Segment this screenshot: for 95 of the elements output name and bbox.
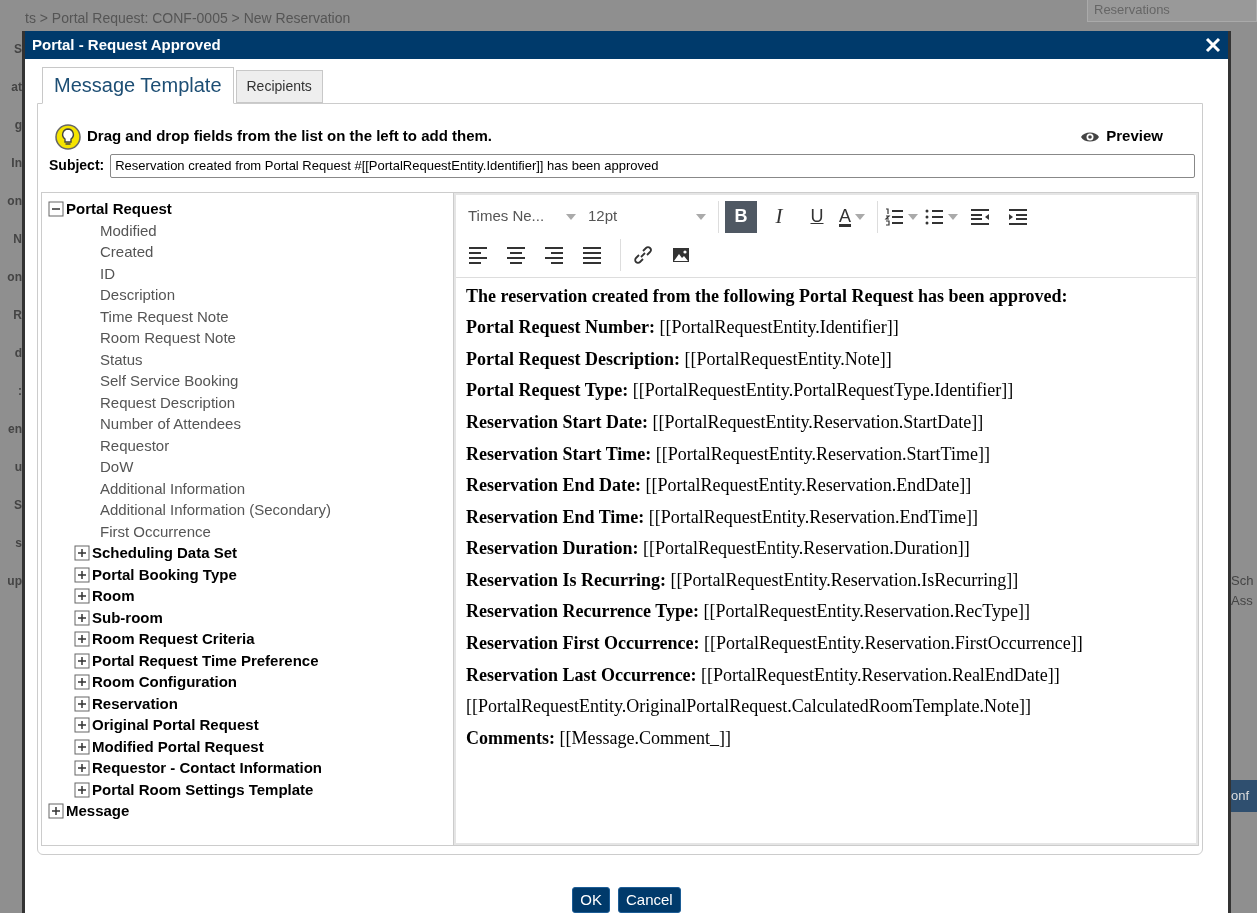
tree-field[interactable]: DoW bbox=[100, 456, 134, 479]
background-text: S bbox=[14, 497, 22, 513]
tree-group[interactable]: Portal Booking Type bbox=[92, 563, 237, 587]
expand-icon[interactable] bbox=[74, 545, 90, 562]
template-line: Reservation Recurrence Type: [[PortalRequestEntity.Reservation.RecType]] bbox=[466, 601, 1031, 624]
size-select[interactable]: 12pt bbox=[582, 200, 712, 233]
expand-icon[interactable] bbox=[74, 695, 90, 712]
dialog-title: Portal - Request Approved bbox=[32, 34, 221, 55]
background-text: on bbox=[7, 269, 22, 285]
tree-group[interactable]: Modified Portal Request bbox=[92, 735, 264, 759]
tree-field[interactable]: Modified bbox=[100, 219, 157, 243]
template-line: Reservation Duration: [[PortalRequestEntity.Reservation.Duration]] bbox=[466, 538, 971, 560]
expand-icon[interactable] bbox=[74, 738, 90, 755]
subject-label: Subject: bbox=[49, 156, 105, 176]
template-line: Comments: [[Message.Comment_]] bbox=[466, 727, 732, 750]
background-text: Sch bbox=[1231, 572, 1255, 590]
preview-button[interactable]: Preview bbox=[1074, 124, 1169, 149]
template-line: Reservation Last Occurrence: [[PortalRequestEntity.Reservation.RealEndDate]] bbox=[466, 664, 1061, 687]
numbered-list-icon[interactable] bbox=[884, 206, 904, 227]
expand-icon[interactable] bbox=[74, 717, 90, 734]
background-text: Ass bbox=[1231, 591, 1254, 610]
background-text: up bbox=[7, 573, 22, 589]
cancel-button[interactable]: Cancel bbox=[618, 886, 681, 913]
format-button[interactable]: I bbox=[763, 200, 795, 233]
background-text: onf bbox=[1231, 780, 1257, 812]
tree-group[interactable]: Reservation bbox=[92, 692, 178, 716]
template-line: Reservation Start Time: [[PortalRequestEntity.Reservation.StartTime]] bbox=[466, 443, 991, 466]
tree-field[interactable]: Additional Information (Secondary) bbox=[100, 499, 331, 522]
background-text: g bbox=[14, 117, 22, 133]
format-button[interactable]: B bbox=[725, 200, 757, 233]
background-text: on bbox=[7, 193, 22, 209]
template-line: Portal Request Number: [[PortalRequestEntity.Identifier]] bbox=[466, 317, 900, 339]
tree-field[interactable]: Self Service Booking bbox=[100, 370, 239, 393]
tree-group[interactable]: Original Portal Request bbox=[92, 714, 259, 737]
tree-group[interactable]: Portal Room Settings Template bbox=[92, 778, 314, 802]
template-line: Reservation End Time: [[PortalRequestEntity.Reservation.EndTime]] bbox=[466, 506, 979, 529]
collapse-icon[interactable] bbox=[48, 201, 64, 218]
expand-icon[interactable] bbox=[48, 803, 64, 820]
tab[interactable]: Message Template bbox=[42, 66, 234, 104]
template-line: Reservation First Occurrence: [[PortalRequestEntity.Reservation.FirstOccurrence]] bbox=[466, 633, 1084, 655]
template-line: Portal Request Description: [[PortalRequestEntity.Note]] bbox=[466, 348, 893, 371]
background-text: at bbox=[11, 79, 22, 95]
format-button[interactable]: U bbox=[801, 200, 833, 233]
expand-icon[interactable] bbox=[74, 631, 90, 648]
font-select[interactable]: Times Ne... bbox=[462, 200, 582, 233]
expand-icon[interactable] bbox=[74, 652, 90, 669]
background-text: d bbox=[14, 345, 22, 361]
background-text: In bbox=[11, 155, 22, 171]
background-text: : bbox=[18, 383, 22, 399]
hint-text: Drag and drop fields from the list on the left to add them. bbox=[87, 126, 492, 147]
template-line: Reservation Is Recurring: [[PortalRequestEntity.Reservation.IsRecurring]] bbox=[466, 569, 1020, 592]
text-color-button[interactable]: A bbox=[839, 200, 865, 233]
expand-icon[interactable] bbox=[74, 588, 90, 605]
tree-group[interactable]: Portal Request bbox=[66, 198, 172, 221]
expand-icon[interactable] bbox=[74, 674, 90, 691]
background-text: en bbox=[8, 421, 22, 437]
tree-group[interactable]: Requestor - Contact Information bbox=[92, 757, 322, 780]
template-line: [[PortalRequestEntity.OriginalPortalRequest.CalculatedRoomTemplate.Note]] bbox=[466, 696, 1032, 718]
tab[interactable]: Recipients bbox=[235, 69, 323, 103]
background-text: S bbox=[14, 41, 22, 57]
breadcrumb: ts > Portal Request: CONF-0005 > New Reservation bbox=[25, 9, 351, 28]
expand-icon[interactable] bbox=[74, 566, 90, 583]
subject-field[interactable]: Reservation created from Portal Request #[[PortalRequestEntity.Identifier]] has been approved bbox=[110, 153, 1195, 178]
background-text: R bbox=[13, 307, 22, 323]
tree-field[interactable]: Requestor bbox=[100, 434, 170, 458]
tree-field[interactable]: Description bbox=[100, 284, 176, 307]
tree-group[interactable]: Message bbox=[66, 800, 130, 823]
tree-group[interactable]: Portal Request Time Preference bbox=[92, 649, 319, 673]
background-text: N bbox=[13, 231, 22, 247]
template-heading: The reservation created from the following Portal Request has been approved: bbox=[466, 285, 1069, 308]
expand-icon[interactable] bbox=[74, 781, 90, 798]
tree-field[interactable]: Additional Information bbox=[100, 477, 246, 501]
ok-button[interactable]: OK bbox=[572, 886, 610, 913]
background-text: u bbox=[14, 459, 22, 475]
template-line: Reservation Start Date: [[PortalRequestEntity.Reservation.StartDate]] bbox=[466, 411, 985, 434]
tree-field[interactable]: Number of Attendees bbox=[100, 413, 241, 436]
template-line: Reservation End Date: [[PortalRequestEntity.Reservation.EndDate]] bbox=[466, 475, 973, 497]
tree-field[interactable]: First Occurrence bbox=[100, 520, 211, 544]
tree-field[interactable]: ID bbox=[100, 262, 115, 286]
lightbulb-icon bbox=[55, 123, 81, 150]
template-line: Portal Request Type: [[PortalRequestEntity.PortalRequestType.Identifier]] bbox=[466, 380, 1015, 402]
tree-field[interactable]: Status bbox=[100, 348, 143, 372]
background-text: s bbox=[15, 535, 22, 551]
tree-field[interactable]: Request Description bbox=[100, 391, 236, 415]
tree-field[interactable]: Room Request Note bbox=[100, 327, 236, 350]
tree-group[interactable]: Scheduling Data Set bbox=[92, 542, 238, 565]
tree-group[interactable]: Sub-room bbox=[92, 606, 163, 630]
tree-field[interactable]: Created bbox=[100, 241, 154, 264]
tree-group[interactable]: Room Request Criteria bbox=[92, 628, 255, 651]
tree-group[interactable]: Room bbox=[92, 585, 135, 608]
close-icon[interactable] bbox=[1205, 36, 1221, 53]
tree-field[interactable]: Time Request Note bbox=[100, 305, 229, 329]
expand-icon[interactable] bbox=[74, 609, 90, 626]
expand-icon[interactable] bbox=[74, 760, 90, 777]
tree-group[interactable]: Room Configuration bbox=[92, 671, 237, 694]
